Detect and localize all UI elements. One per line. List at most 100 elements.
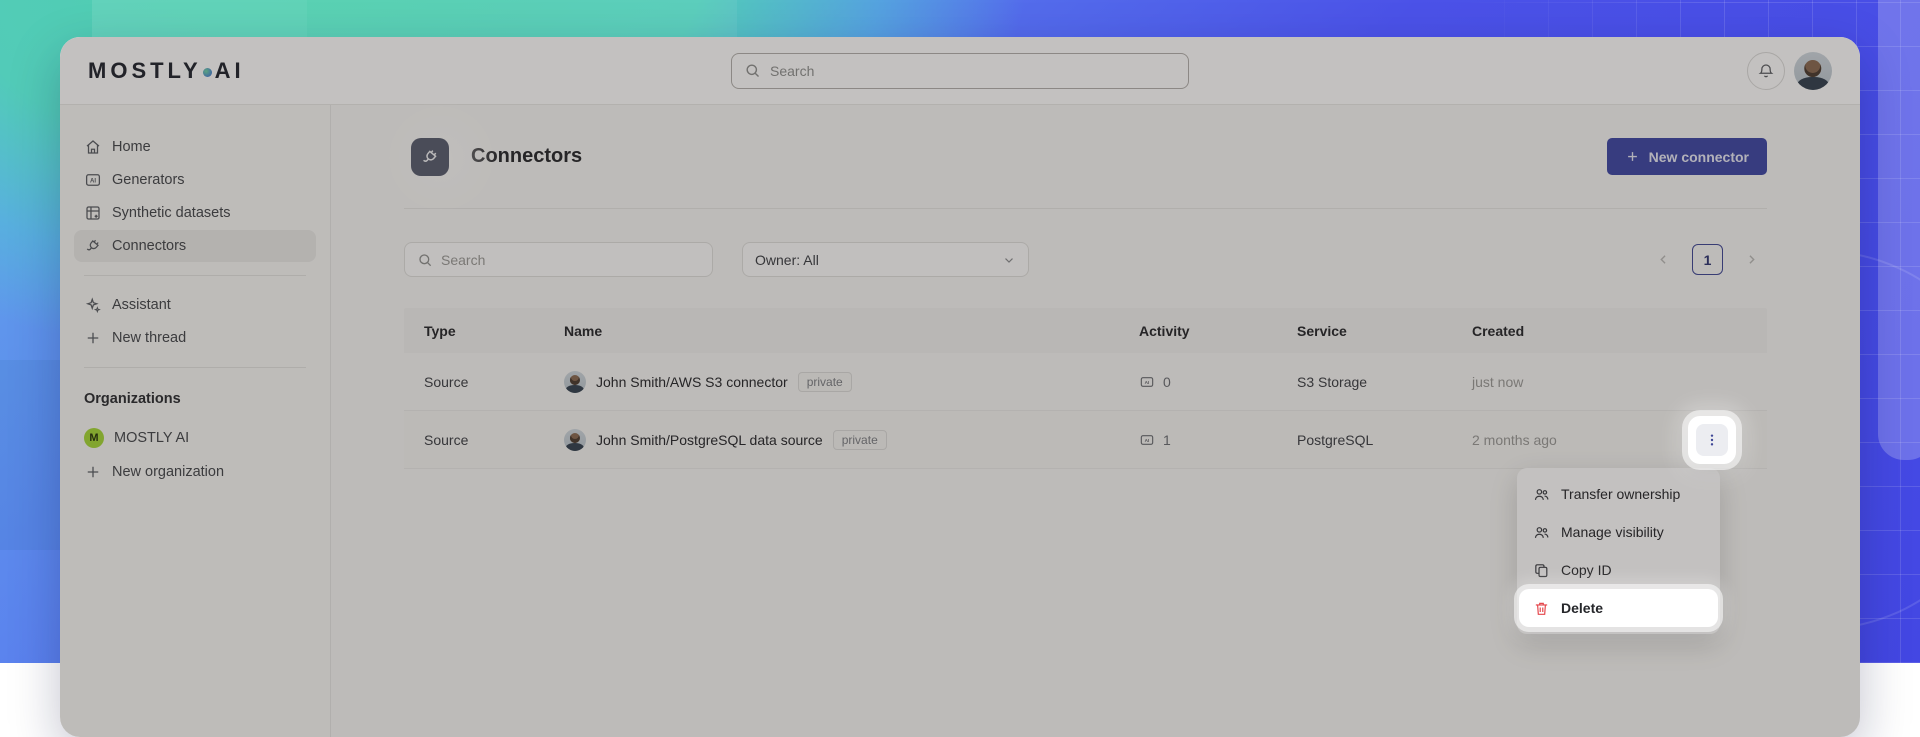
notifications-button[interactable] [1747,52,1785,90]
svg-text:AI: AI [1145,438,1150,443]
visibility-badge: private [833,430,887,450]
menu-item-label: Delete [1561,600,1603,616]
previous-page-button[interactable] [1648,244,1679,275]
cell-service: S3 Storage [1297,374,1472,390]
page-number-button[interactable]: 1 [1692,244,1723,275]
sidebar-item-org-mostly-ai[interactable]: M MOSTLY AI [74,421,316,455]
connector-search[interactable] [404,242,713,277]
plus-icon [84,463,102,481]
table-header-row: Type Name Activity Service Created [404,308,1767,353]
connector-search-input[interactable] [441,252,700,268]
menu-item-manage-visibility[interactable]: Manage visibility [1523,513,1714,551]
menu-item-transfer-ownership[interactable]: Transfer ownership [1523,475,1714,513]
column-header-type: Type [424,323,564,339]
cell-type: Source [424,374,564,390]
search-icon [744,62,761,79]
avatar-body [1797,77,1829,90]
cell-name: John Smith/PostgreSQL data source privat… [564,429,1139,451]
sidebar-item-home[interactable]: Home [74,131,316,163]
sidebar-item-label: New organization [112,464,224,480]
column-header-service: Service [1297,323,1472,339]
app-shell: Home AI Generators Synthetic datasets Co… [60,105,1860,737]
cell-service: PostgreSQL [1297,432,1472,448]
new-connector-button[interactable]: New connector [1607,138,1767,175]
new-connector-label: New connector [1649,149,1749,165]
sidebar-item-label: Home [112,139,151,155]
users-icon [1533,486,1550,503]
plug-icon [84,237,102,255]
menu-item-label: Copy ID [1561,562,1612,578]
cell-actions [1657,416,1767,464]
avatar-head [570,433,580,443]
table-row[interactable]: Source John Smith/PostgreSQL data source… [404,411,1767,469]
cell-created: just now [1472,374,1657,390]
table-sparkle-icon [84,204,102,222]
copy-icon [1533,562,1550,579]
home-icon [84,138,102,156]
sidebar-item-synthetic-datasets[interactable]: Synthetic datasets [74,197,316,229]
column-header-activity: Activity [1139,323,1297,339]
connectors-table: Type Name Activity Service Created Sourc… [404,308,1767,469]
bell-icon [1757,62,1775,80]
cell-type: Source [424,432,564,448]
logo-text-left: MOSTLY [88,58,202,84]
sidebar-item-generators[interactable]: AI Generators [74,164,316,196]
filter-bar: Owner: All 1 [404,242,1767,277]
owner-avatar [564,371,586,393]
plus-icon [1625,149,1640,164]
connectors-page-icon [411,138,449,176]
kebab-menu-icon [1696,424,1728,456]
main-content: Connectors New connector Owner: [331,105,1860,737]
row-context-menu: Transfer ownership Manage visibility Cop… [1517,468,1720,634]
sidebar-item-label: Generators [112,172,185,188]
sidebar-item-connectors[interactable]: Connectors [74,230,316,262]
svg-text:AI: AI [90,179,96,185]
logo-dot-icon [203,68,212,77]
owner-avatar [564,429,586,451]
owner-filter-value: Owner: All [755,252,819,268]
row-actions-menu-button[interactable] [1688,416,1736,464]
sidebar-item-label: New thread [112,330,186,346]
logo-text-right: AI [215,58,245,84]
cell-name: John Smith/AWS S3 connector private [564,371,1139,393]
sidebar-item-new-thread[interactable]: New thread [74,322,316,354]
visibility-badge: private [798,372,852,392]
connector-name: John Smith/AWS S3 connector [596,374,788,390]
sidebar-divider [84,367,306,368]
search-icon [417,252,433,268]
background-decor-rect [92,0,307,38]
app-window: MOSTLY AI [60,37,1860,737]
sidebar-item-assistant[interactable]: Assistant [74,289,316,321]
ai-chip-icon: AI [1139,432,1155,448]
avatar-head [1804,60,1821,77]
pagination: 1 [1648,244,1767,275]
brand-logo: MOSTLY AI [88,58,245,84]
owner-filter-select[interactable]: Owner: All [742,242,1029,277]
user-avatar[interactable] [1794,52,1832,90]
plus-icon [84,329,102,347]
cell-created: 2 months ago [1472,432,1657,448]
sidebar-item-new-organization[interactable]: New organization [74,456,316,488]
global-search-input[interactable] [770,63,1176,79]
global-search[interactable] [731,53,1189,89]
sidebar-item-label: Assistant [112,297,171,313]
avatar-body [566,443,584,450]
ai-chip-icon: AI [1139,374,1155,390]
topbar-actions [1747,52,1832,90]
menu-item-label: Transfer ownership [1561,486,1680,502]
sidebar-item-label: Connectors [112,238,186,254]
chevron-down-icon [1002,253,1016,267]
header-divider [404,208,1767,209]
users-icon [1533,524,1550,541]
menu-item-delete[interactable]: Delete [1519,589,1718,627]
organizations-heading: Organizations [74,381,316,415]
activity-count: 0 [1163,374,1171,390]
next-page-button[interactable] [1736,244,1767,275]
menu-item-copy-id[interactable]: Copy ID [1523,551,1714,589]
sidebar-item-label: Synthetic datasets [112,205,231,221]
cell-activity: AI 1 [1139,432,1297,448]
chevron-right-icon [1744,252,1759,267]
table-row[interactable]: Source John Smith/AWS S3 connector priva… [404,353,1767,411]
activity-count: 1 [1163,432,1171,448]
sparkle-icon [84,296,102,314]
